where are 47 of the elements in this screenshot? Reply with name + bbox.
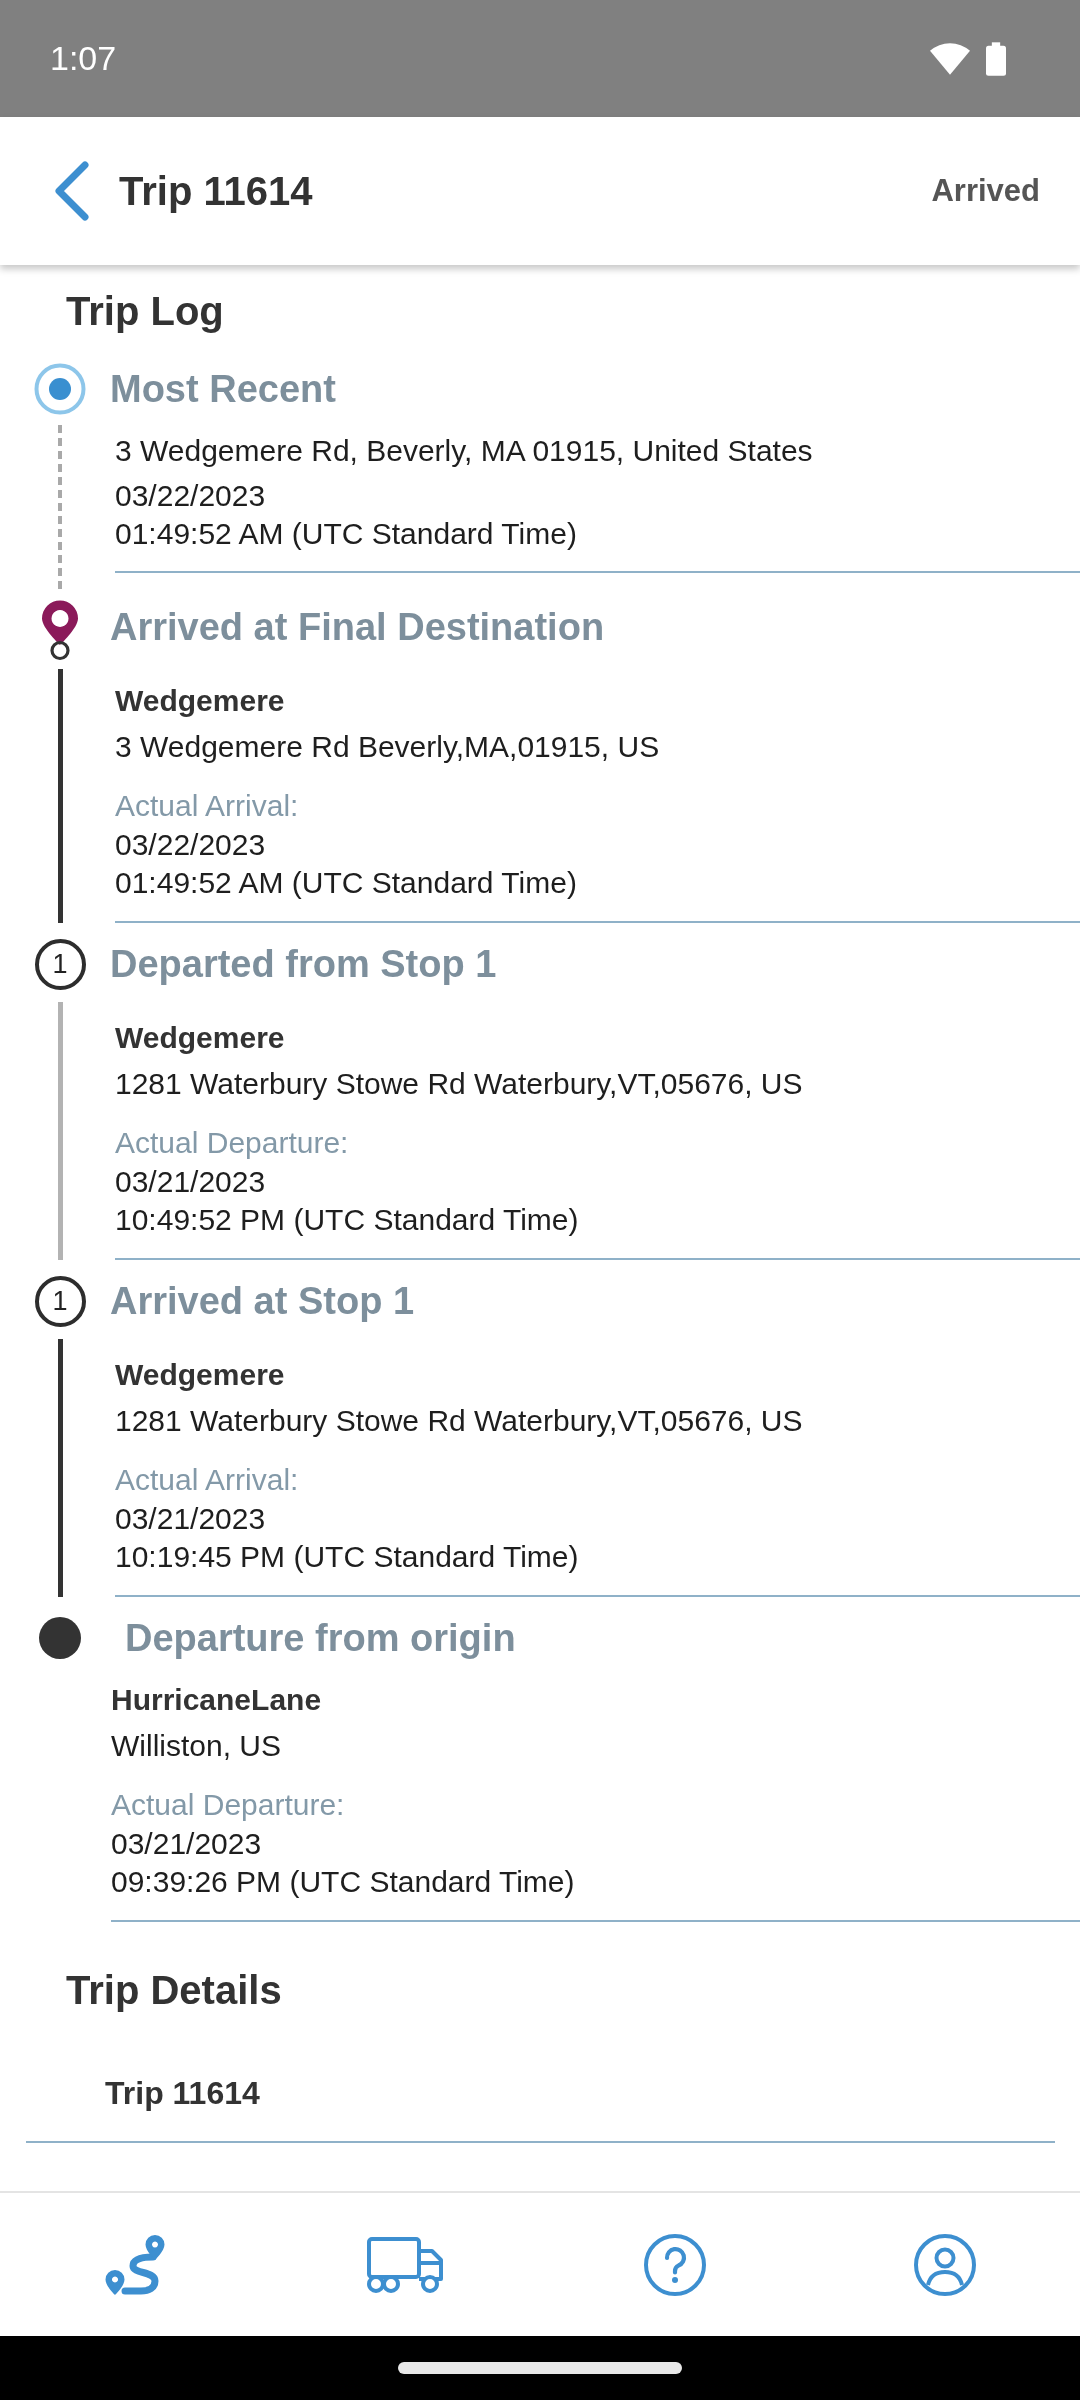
section-heading: Trip Details: [66, 1967, 283, 2014]
event-date: 03/22/2023: [115, 478, 267, 514]
location-address: Williston, US: [111, 1728, 283, 1764]
event-time: 10:49:52 PM (UTC Standard Time): [115, 1202, 580, 1238]
chevron-left-icon[interactable]: [53, 161, 91, 221]
time-label: Actual Departure:: [115, 1125, 350, 1161]
location-address: 3 Wedgemere Rd Beverly,MA,01915, US: [115, 729, 661, 765]
event-title: Departed from Stop 1: [110, 942, 498, 987]
map-pin-icon: [40, 599, 80, 661]
truck-icon[interactable]: [366, 2236, 444, 2293]
home-handle[interactable]: [398, 2362, 682, 2374]
event-title: Departure from origin: [125, 1616, 517, 1661]
wifi-icon: [930, 42, 970, 75]
event-time: 01:49:52 AM (UTC Standard Time): [115, 865, 578, 901]
location-address: 1281 Waterbury Stowe Rd Waterbury,VT,05676, US: [115, 1066, 804, 1102]
event-date: 03/22/2023: [115, 827, 267, 863]
stop-number-marker: 1: [34, 1275, 86, 1327]
location-address: 1281 Waterbury Stowe Rd Waterbury,VT,05676, US: [115, 1403, 804, 1439]
event-time: 01:49:52 AM (UTC Standard Time): [115, 516, 578, 552]
battery-icon: [986, 41, 1006, 76]
person-circle-icon[interactable]: [914, 2233, 976, 2296]
route-icon[interactable]: [103, 2232, 167, 2297]
detail-title: Trip 11614: [105, 2075, 260, 2111]
event-date: 03/21/2023: [111, 1826, 263, 1862]
section-heading: Trip Log: [66, 288, 225, 335]
dot-icon: [39, 1617, 81, 1659]
help-icon[interactable]: [644, 2233, 706, 2296]
status-time: 1:07: [50, 39, 117, 78]
event-title: Most Recent: [110, 367, 337, 412]
time-label: Actual Departure:: [111, 1787, 346, 1823]
page-title: Trip 11614: [119, 168, 313, 214]
event-title: Arrived at Stop 1: [110, 1279, 416, 1324]
location-name: HurricaneLane: [111, 1682, 323, 1718]
event-time: 09:39:26 PM (UTC Standard Time): [111, 1864, 576, 1900]
stop-number-marker: 1: [34, 938, 86, 990]
location-address: 3 Wedgemere Rd, Beverly, MA 01915, United States: [115, 433, 814, 469]
event-date: 03/21/2023: [115, 1501, 267, 1537]
event-date: 03/21/2023: [115, 1164, 267, 1200]
event-time: 10:19:45 PM (UTC Standard Time): [115, 1539, 580, 1575]
time-label: Actual Arrival:: [115, 1462, 300, 1498]
ring-dot-icon: [34, 363, 86, 415]
location-name: Wedgemere: [115, 683, 286, 719]
location-name: Wedgemere: [115, 1020, 286, 1056]
time-label: Actual Arrival:: [115, 788, 300, 824]
event-title: Arrived at Final Destination: [110, 605, 606, 650]
trip-status: Arrived: [931, 173, 1040, 209]
location-name: Wedgemere: [115, 1357, 286, 1393]
